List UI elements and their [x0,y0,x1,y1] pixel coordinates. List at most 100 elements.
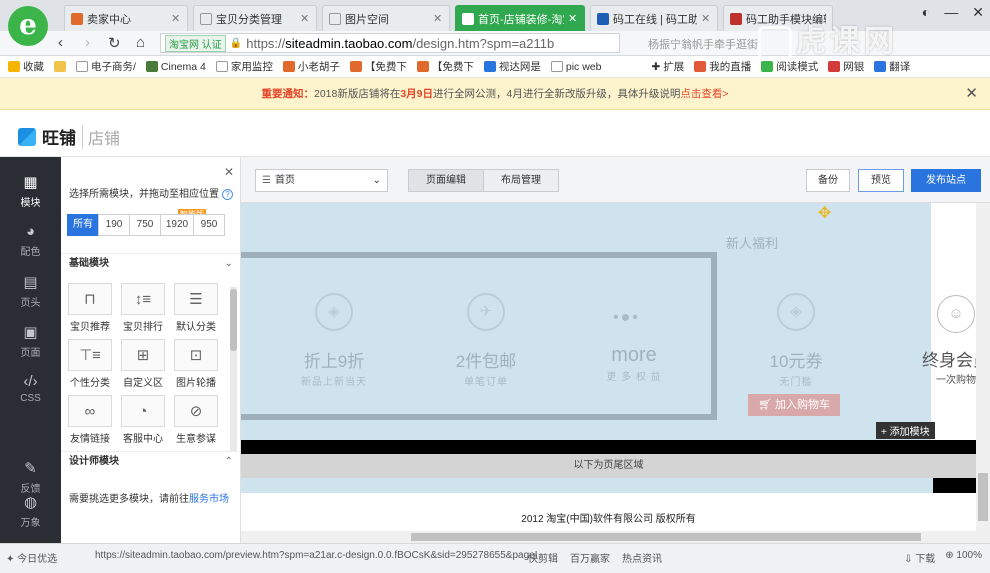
module-label: 个性分类 [70,378,110,389]
bookmark-free-2[interactable]: 【免费下 [416,59,474,74]
module-item-recommend[interactable]: ⊓ 宝贝推荐 [68,283,112,333]
live-menu[interactable]: 我的直播 [694,59,751,74]
close-icon[interactable]: ✕ [171,12,181,25]
module-item-custom-area[interactable]: ⊞ 自定义区 [121,339,165,389]
download-button[interactable]: ⇩ 下载 [904,550,935,565]
wangpu-logo[interactable]: 旺铺 店铺 [18,124,120,149]
close-icon[interactable]: ✕ [224,165,234,179]
refresh-icon[interactable]: ↻ [108,34,121,52]
page-icon [215,61,228,72]
basic-modules-header[interactable]: 基础模块 ⌄ [61,253,240,273]
bookmark-label: 【免费下 [431,61,474,73]
tab-shop-decoration[interactable]: 首页-店铺装修-淘宝 ✕ [455,5,585,31]
status-tools: 快剪辑 百万赢家 热点资讯 [528,550,662,565]
minimize-icon[interactable]: — [944,4,958,21]
help-icon[interactable]: ? [222,189,233,200]
translate-menu[interactable]: 翻译 [874,59,910,74]
search-hint[interactable]: 杨振宁翁帆手牵手逛街 [648,36,758,52]
bookmark-picweb[interactable]: pic web [550,61,601,73]
nav-page[interactable]: ▣ 页面 [0,323,61,359]
page-icon [462,12,474,25]
promo-card-coupon: ◈ 10元券 无门槛 [751,293,841,388]
size-all[interactable]: 所有 [67,214,99,236]
size-1920[interactable]: 1920 [160,214,194,236]
module-item-service[interactable]: ◔ 客服中心 [121,395,165,445]
preview-button[interactable]: 预览 [858,169,904,192]
horizontal-scroll-thumb[interactable] [411,533,921,541]
nav-colors[interactable]: ◕ 配色 [0,223,61,258]
close-icon[interactable]: ✕ [965,78,978,110]
size-190[interactable]: 190 [98,214,130,236]
close-icon[interactable]: ✕ [701,12,711,25]
url-input[interactable]: 淘宝网 认证 🔒 https://siteadmin.taobao.com/de… [160,33,620,53]
cart-label: 加入购物车 [775,399,831,411]
publish-button[interactable]: 发布站点 [911,169,981,192]
module-item-default-category[interactable]: ☰ 默认分类 [174,283,218,333]
canvas-scroll-thumb[interactable] [978,473,988,521]
notice-important: 重要通知： [261,88,314,100]
module-item-links[interactable]: ∞ 友情链接 [68,395,112,445]
edit-icon: ✎ [24,460,37,477]
bookmark-shida[interactable]: 视达网是 [483,59,541,74]
card-sub: 单笔订单 [464,377,508,388]
status-million-winner[interactable]: 百万赢家 [570,550,610,565]
add-to-cart-button[interactable]: 🛒︎ 加入购物车 [748,394,840,416]
nav-modules[interactable]: ▦ 模块 [0,173,61,209]
zoom-control[interactable]: ⊕ 100% [945,550,982,565]
reading-mode[interactable]: 阅读模式 [761,59,818,74]
panel-scroll-thumb[interactable] [230,289,237,351]
module-item-custom-category[interactable]: ⊤≡ 个性分类 [68,339,112,389]
close-window-icon[interactable]: ✕ [972,4,984,21]
home-icon[interactable]: ⌂ [136,34,145,51]
url-text: https://siteadmin.taobao.com/design.htm?… [246,35,555,51]
nav-wanxiang[interactable]: ◍ 万象 [0,493,61,529]
add-module-button[interactable]: + 添加模块 [876,422,935,439]
status-quick-edit[interactable]: 快剪辑 [528,550,558,565]
bookmark-folder[interactable] [54,61,66,72]
bookmark-favorites[interactable]: 收藏 [8,59,44,74]
today-picks[interactable]: ✦ 今日优选 [6,550,57,565]
nav-css[interactable]: ‹/› CSS [0,373,61,404]
forward-icon[interactable]: › [85,34,90,51]
designer-modules-header[interactable]: 设计师模块 ⌃ [61,451,240,471]
size-950[interactable]: 950 [193,214,225,236]
nav-header[interactable]: ▤ 页头 [0,273,61,309]
live-icon [694,61,707,72]
page-select[interactable]: ☰ 首页 ⌄ [255,169,388,192]
bookmark-label: 我的直播 [709,61,752,73]
link-icon: ∞ [68,395,112,427]
service-market-link[interactable]: 服务市场 [189,494,229,505]
close-icon[interactable]: ✕ [300,12,310,25]
notice-link[interactable]: 点击查看> [680,88,728,100]
browser-logo-icon[interactable]: e [8,6,48,46]
tab-layout-manage[interactable]: 布局管理 [483,169,559,192]
module-item-business-advisor[interactable]: ⊘ 生意参谋 [174,395,218,445]
close-icon[interactable]: ✕ [568,12,578,25]
bookmark-xiaolao[interactable]: 小老胡子 [282,59,340,74]
design-canvas[interactable]: 新人福利 ◈ 折上9折 新品上新当天 ✈ 2件包邮 单笔订单 •●• more … [241,203,990,543]
bookmark-monitor[interactable]: 家用监控 [215,59,273,74]
tab-image-space[interactable]: 图片空间 ✕ [322,5,450,31]
size-750[interactable]: 750 [129,214,161,236]
status-hot-news[interactable]: 热点资讯 [622,550,662,565]
designer-note: 需要挑选更多模块，请前往服务市场 [69,494,229,505]
module-item-ranking[interactable]: ↕≡ 宝贝排行 [121,283,165,333]
tab-category-manage[interactable]: 宝贝分类管理 ✕ [193,5,317,31]
close-icon[interactable]: ✕ [433,12,443,25]
tab-magong-online[interactable]: 码工在线 | 码工助手 ✕ [590,5,718,31]
tab-label: 宝贝分类管理 [216,13,282,26]
bookmark-free-1[interactable]: 【免费下 [349,59,407,74]
backup-button[interactable]: 备份 [806,169,850,192]
back-icon[interactable]: ‹ [58,34,63,51]
tab-page-edit[interactable]: 页面编辑 [408,169,484,192]
extensions-menu[interactable]: ✚ 扩展 [651,59,684,74]
promo-title: 新人福利 [726,236,779,251]
tab-seller-center[interactable]: 卖家中心 ✕ [64,5,188,31]
bank-menu[interactable]: 网银 [828,59,864,74]
nav-feedback[interactable]: ✎ 反馈 [0,459,61,495]
module-label: 默认分类 [176,322,216,333]
bookmark-cinema4d[interactable]: Cinema 4 [145,61,206,73]
bookmark-ecommerce[interactable]: 电子商务/ [76,59,136,74]
skin-icon[interactable]: ◐ [922,4,930,21]
module-item-carousel[interactable]: ⊡ 图片轮播 [174,339,218,389]
